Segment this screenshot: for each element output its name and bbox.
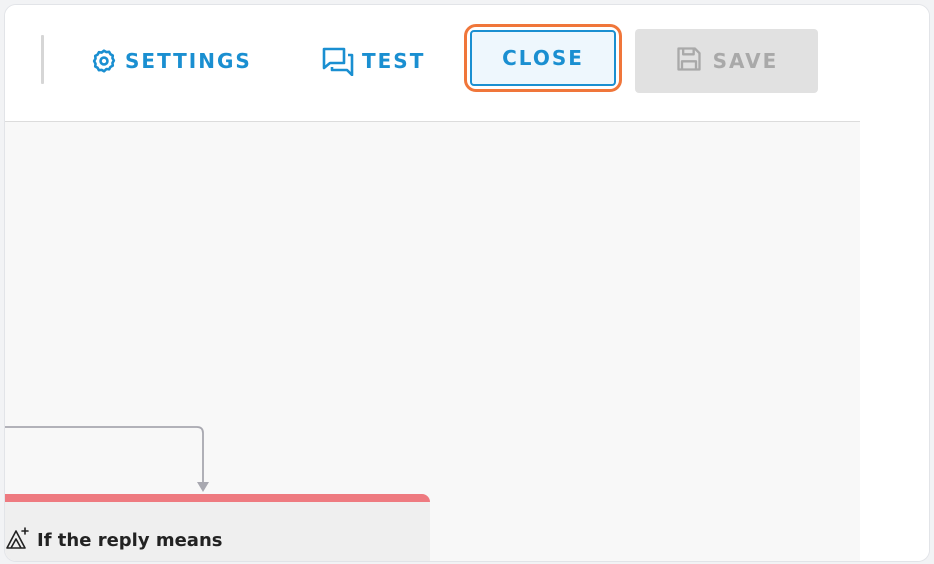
close-label: CLOSE — [502, 46, 584, 70]
app-window: SETTINGS TEST CLOSE SAVE If the reply me… — [4, 4, 930, 562]
close-button[interactable]: CLOSE — [470, 30, 616, 86]
settings-label: SETTINGS — [125, 49, 252, 73]
ai-condition-icon — [5, 526, 37, 555]
floppy-disk-icon — [675, 45, 713, 78]
chat-bubbles-icon — [322, 46, 362, 76]
settings-button[interactable]: SETTINGS — [91, 31, 252, 91]
test-label: TEST — [362, 49, 426, 73]
condition-node-title: If the reply means — [37, 530, 223, 551]
toolbar-divider — [41, 35, 44, 84]
save-label: SAVE — [712, 49, 779, 73]
editor-toolbar: SETTINGS TEST CLOSE SAVE — [5, 5, 860, 122]
gear-icon — [91, 48, 125, 74]
right-gutter — [860, 5, 929, 561]
close-button-highlight: CLOSE — [464, 24, 622, 92]
condition-node-header: If the reply means — [5, 526, 222, 555]
save-button[interactable]: SAVE — [635, 29, 818, 93]
test-button[interactable]: TEST — [322, 31, 425, 91]
condition-node[interactable]: If the reply means — [5, 494, 430, 561]
